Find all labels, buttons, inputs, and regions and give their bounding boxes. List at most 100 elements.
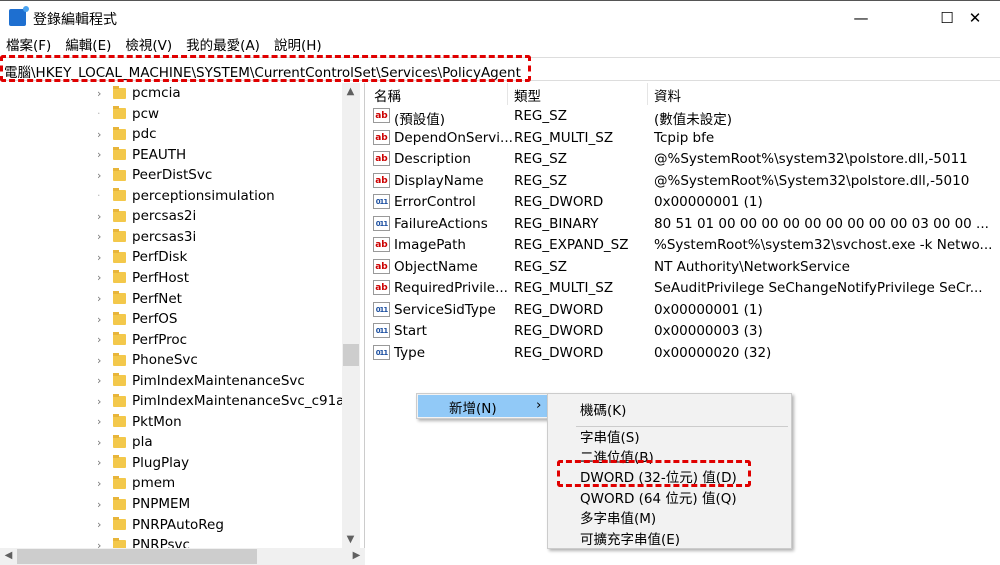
scroll-left-arrow[interactable]: ◀ <box>0 550 17 561</box>
menu-file[interactable]: 檔案(F) <box>6 36 51 56</box>
tree-item[interactable]: › PeerDistSvc <box>97 165 212 185</box>
dword-highlight <box>557 460 751 487</box>
folder-icon <box>113 291 126 304</box>
chevron-right-icon[interactable]: › <box>97 292 109 305</box>
column-divider[interactable] <box>507 83 508 105</box>
scroll-right-arrow[interactable]: ▶ <box>348 550 365 561</box>
close-button[interactable]: ✕ <box>952 1 998 35</box>
tree-item[interactable]: › pdc <box>97 124 157 144</box>
value-row[interactable]: 011 FailureActions REG_BINARY 80 51 01 00 0… <box>368 214 1000 235</box>
context-menu-new[interactable]: 新增(N) › <box>418 395 547 417</box>
chevron-right-icon[interactable]: › <box>97 271 109 284</box>
tree-item[interactable]: · pcw <box>97 104 159 124</box>
tree-item[interactable]: › percsas3i <box>97 227 196 247</box>
tree-item[interactable]: › PimIndexMaintenanceSvc <box>97 371 305 391</box>
tree-item[interactable]: › PerfDisk <box>97 247 187 267</box>
scroll-down-arrow[interactable]: ▼ <box>342 534 359 545</box>
tree-item-label: PNRPsvc <box>132 537 190 548</box>
value-name: ErrorControl <box>394 194 476 210</box>
chevron-right-icon[interactable]: › <box>97 148 109 161</box>
folder-icon <box>113 208 126 222</box>
tree-item[interactable]: › PlugPlay <box>97 453 189 473</box>
value-row[interactable]: ab DisplayName REG_SZ @%SystemRoot%\System3… <box>368 171 1000 192</box>
value-row[interactable]: ab DependOnServi... REG_MULTI_SZ Tcpip bfe <box>368 128 1000 149</box>
tree-item-label: percsas3i <box>132 228 197 245</box>
submenu-expandable-string-value[interactable]: 可擴充字串值(E) <box>580 528 680 548</box>
tree-item-label: PerfOS <box>132 311 178 328</box>
tree-item[interactable]: › PktMon <box>97 412 182 432</box>
value-row[interactable]: ab (預設值) REG_SZ (數值未設定) <box>368 106 1000 128</box>
value-row[interactable]: 011 ErrorControl REG_DWORD 0x00000001 (1) <box>368 192 1000 213</box>
tree-item[interactable]: · perceptionsimulation <box>97 186 275 206</box>
chevron-right-icon[interactable]: › <box>97 374 109 387</box>
tree-item[interactable]: › PhoneSvc <box>97 350 198 370</box>
tree-item[interactable]: › PNPMEM <box>97 494 190 514</box>
submenu-multi-string-value[interactable]: 多字串值(M) <box>580 507 656 527</box>
chevron-right-icon[interactable]: › <box>97 395 109 408</box>
value-row[interactable]: 011 Type REG_DWORD 0x00000020 (32) <box>368 343 1000 364</box>
tree-item[interactable]: › PerfHost <box>97 268 189 288</box>
chevron-right-icon[interactable]: › <box>97 477 109 490</box>
chevron-right-icon[interactable]: › <box>97 539 109 548</box>
scroll-up-arrow[interactable]: ▲ <box>342 86 359 97</box>
menu-edit[interactable]: 編輯(E) <box>65 36 111 56</box>
tree-item[interactable]: › percsas2i <box>97 206 196 226</box>
submenu-string-value[interactable]: 字串值(S) <box>580 426 640 446</box>
chevron-right-icon[interactable]: › <box>97 230 109 243</box>
chevron-right-icon[interactable]: › <box>97 251 109 264</box>
value-row[interactable]: 011 Start REG_DWORD 0x00000003 (3) <box>368 321 1000 342</box>
tree-item[interactable]: › pla <box>97 432 153 452</box>
submenu-qword-value[interactable]: QWORD (64 位元) 值(Q) <box>580 487 737 507</box>
tree-item[interactable]: › PNRPAutoReg <box>97 515 224 535</box>
tree-item[interactable]: › PerfNet <box>97 289 182 309</box>
tree-vertical-scrollbar[interactable]: ▲ ▼ <box>342 83 360 548</box>
submenu-key[interactable]: 機碼(K) <box>580 399 626 419</box>
tree-horizontal-thumb[interactable] <box>17 549 257 564</box>
chevron-right-icon[interactable]: › <box>97 333 109 346</box>
value-name: ObjectName <box>394 258 478 275</box>
tree-vertical-thumb[interactable] <box>343 344 359 366</box>
value-row[interactable]: ab Description REG_SZ @%SystemRoot%\system3… <box>368 149 1000 170</box>
value-row[interactable]: ab ImagePath REG_EXPAND_SZ %SystemRoot%\sys… <box>368 235 1000 256</box>
value-data: 0x00000001 (1) <box>654 301 763 318</box>
tree-item[interactable]: › pcmcia <box>97 83 181 103</box>
chevron-right-icon[interactable]: › <box>97 456 109 469</box>
value-type: REG_DWORD <box>514 323 604 339</box>
folder-icon <box>113 311 126 325</box>
key-tree: › pcmcia · pcw › pdc › PEAUTH › PeerDistSvc · perce… <box>0 83 365 548</box>
value-type: REG_SZ <box>514 172 567 189</box>
column-name[interactable]: 名稱 <box>374 85 401 105</box>
tree-item-label: PNRPAutoReg <box>132 516 224 533</box>
tree-item[interactable]: › PerfOS <box>97 309 177 329</box>
chevron-right-icon[interactable]: › <box>97 498 109 511</box>
chevron-right-icon[interactable]: › <box>97 518 109 531</box>
column-type[interactable]: 類型 <box>514 85 541 105</box>
value-row[interactable]: 011 ServiceSidType REG_DWORD 0x00000001 (1) <box>368 300 1000 321</box>
tree-item[interactable]: › pmem <box>97 473 175 493</box>
folder-icon <box>113 537 126 548</box>
chevron-right-icon[interactable]: › <box>97 436 109 449</box>
chevron-right-icon[interactable]: › <box>97 354 109 367</box>
chevron-right-icon[interactable]: › <box>97 313 109 326</box>
tree-item[interactable]: › PNRPsvc <box>97 535 190 548</box>
string-value-icon: ab <box>373 129 390 145</box>
tree-item[interactable]: › PEAUTH <box>97 145 186 165</box>
tree-item-label: PimIndexMaintenanceSvc_c91ad <box>132 393 354 410</box>
chevron-right-icon[interactable]: › <box>97 87 109 100</box>
column-data[interactable]: 資料 <box>654 85 681 105</box>
column-divider[interactable] <box>647 83 648 105</box>
value-row[interactable]: ab ObjectName REG_SZ NT Authority\NetworkSe… <box>368 257 1000 278</box>
menu-help[interactable]: 說明(H) <box>274 36 322 56</box>
tree-item[interactable]: › PimIndexMaintenanceSvc_c91ad <box>97 391 353 411</box>
menu-view[interactable]: 檢視(V) <box>125 36 172 56</box>
value-row[interactable]: ab RequiredPrivile... REG_MULTI_SZ SeAuditP… <box>368 278 1000 299</box>
menu-favorites[interactable]: 我的最愛(A) <box>186 36 260 56</box>
chevron-right-icon[interactable]: › <box>97 210 109 223</box>
chevron-right-icon[interactable]: › <box>97 169 109 182</box>
minimize-button[interactable]: — <box>838 1 884 35</box>
value-name: ImagePath <box>394 237 466 253</box>
folder-icon <box>113 352 126 366</box>
tree-item[interactable]: › PerfProc <box>97 330 187 350</box>
chevron-right-icon[interactable]: › <box>97 128 109 141</box>
chevron-right-icon[interactable]: › <box>97 415 109 428</box>
